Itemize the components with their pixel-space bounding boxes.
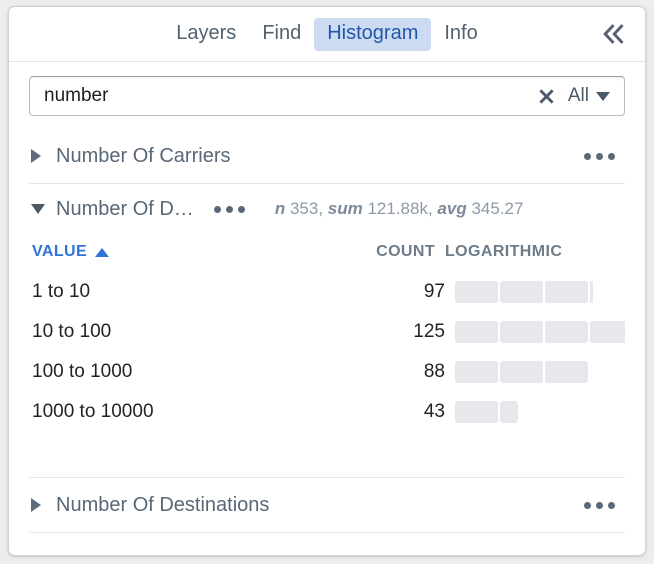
bar-track [455, 361, 588, 383]
bar-segment [545, 321, 588, 343]
stat-avg-label: avg [437, 199, 467, 218]
overflow-menu-number-of-destinations[interactable] [580, 496, 619, 515]
field-header-number-of-destinations[interactable]: Number Of Destinations [29, 478, 625, 532]
tab-histogram[interactable]: Histogram [314, 17, 432, 51]
bar-segment [545, 361, 588, 383]
bar-segment [545, 281, 588, 303]
close-x-icon [539, 88, 555, 104]
search-scope-label: All [567, 85, 589, 106]
row-count: 43 [423, 401, 445, 422]
field-name-number-of-d: Number Of D… [56, 197, 194, 220]
row-value: 1 to 10 [32, 281, 91, 302]
field-list: Number Of Carriers Number Of D… n 353, s… [9, 129, 645, 555]
bar-track [455, 321, 625, 343]
bottom-padding [29, 533, 625, 555]
bar-segment-partial [590, 281, 593, 303]
tab-list: Layers Find Histogram Info [163, 17, 490, 51]
histogram-table: VALUE COUNT LOGARITHMIC 1 to 10 97 10 to… [29, 234, 625, 440]
row-count: 125 [413, 321, 445, 342]
clear-search-button[interactable] [536, 85, 558, 107]
histogram-table-header: VALUE COUNT LOGARITHMIC [29, 234, 625, 272]
collapse-panel-button[interactable] [597, 17, 631, 51]
search-input[interactable] [44, 85, 536, 107]
stat-n-label: n [274, 199, 286, 218]
column-header-value[interactable]: VALUE [29, 243, 329, 261]
row-bar [445, 312, 625, 352]
bar-track [455, 281, 593, 303]
caret-down-icon [596, 91, 610, 101]
bar-segment [455, 321, 498, 343]
row-count: 88 [423, 361, 445, 382]
stat-sum-label: sum [327, 199, 363, 218]
triangle-right-icon [31, 498, 47, 512]
stat-avg-value: 345.27 [471, 199, 524, 218]
panel-tabbar: Layers Find Histogram Info [9, 7, 645, 62]
stat-sep-1: , [318, 199, 328, 218]
tab-info[interactable]: Info [431, 18, 490, 51]
table-row[interactable]: 10 to 100 125 [29, 312, 625, 352]
bar-segment [500, 321, 543, 343]
stat-sep-2: , [427, 199, 438, 218]
bar-segment [500, 281, 543, 303]
column-header-value-label: VALUE [32, 243, 88, 260]
histogram-panel: Layers Find Histogram Info All [8, 6, 646, 556]
row-value: 1000 to 10000 [32, 401, 154, 422]
overflow-menu-number-of-carriers[interactable] [580, 147, 619, 166]
row-count: 97 [423, 281, 445, 302]
field-name-number-of-destinations: Number Of Destinations [56, 493, 270, 516]
tab-find[interactable]: Find [249, 18, 314, 51]
double-chevron-left-icon [603, 24, 624, 44]
triangle-right-icon [31, 149, 47, 163]
field-header-number-of-destinations-expanded[interactable]: Number Of D… n 353, sum 121.88k, avg 345… [29, 184, 625, 234]
search-scope-dropdown[interactable]: All [568, 85, 612, 107]
row-bar [445, 272, 625, 312]
bar-segment [455, 281, 498, 303]
column-header-count[interactable]: COUNT [329, 243, 435, 261]
bar-segment [455, 361, 498, 383]
triangle-down-icon [31, 204, 47, 214]
bar-track [455, 401, 518, 423]
tab-layers[interactable]: Layers [163, 18, 249, 51]
bar-segment-partial [500, 401, 518, 423]
stat-sum-value: 121.88k [367, 199, 428, 218]
row-value: 10 to 100 [32, 321, 112, 342]
sort-ascending-icon [95, 247, 110, 257]
bar-segment [590, 321, 625, 343]
field-header-number-of-carriers[interactable]: Number Of Carriers [29, 129, 625, 183]
row-bar [445, 392, 625, 432]
stat-n-value: 353 [289, 199, 319, 218]
field-stats: n 353, sum 121.88k, avg 345.27 [275, 199, 524, 219]
row-value: 100 to 1000 [32, 361, 133, 382]
bar-segment [455, 401, 498, 423]
table-row[interactable]: 1 to 10 97 [29, 272, 625, 312]
column-header-logarithmic[interactable]: LOGARITHMIC [435, 243, 625, 261]
search-box[interactable]: All [29, 76, 625, 116]
field-name-number-of-carriers: Number Of Carriers [56, 144, 231, 167]
search-row: All [9, 62, 645, 129]
overflow-menu-number-of-d[interactable] [210, 200, 249, 219]
table-row[interactable]: 100 to 1000 88 [29, 352, 625, 392]
bar-segment [500, 361, 543, 383]
row-bar [445, 352, 625, 392]
table-row[interactable]: 1000 to 10000 43 [29, 392, 625, 432]
